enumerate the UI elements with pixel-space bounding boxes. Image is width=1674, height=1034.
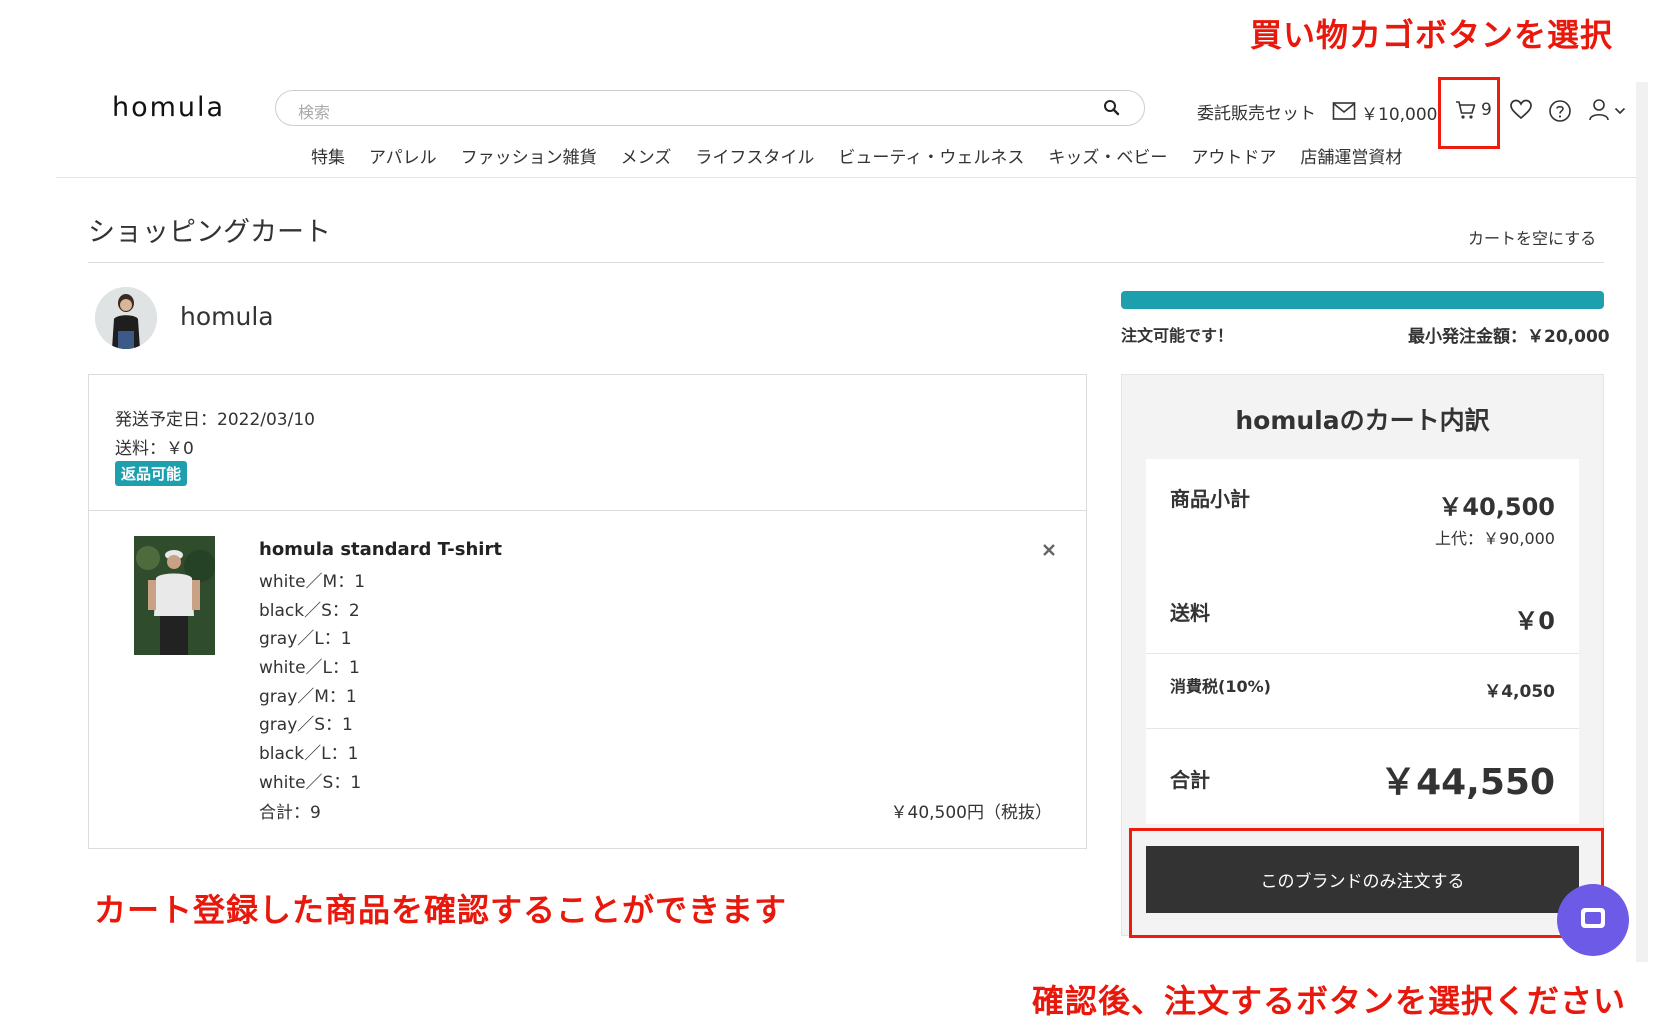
brand-name[interactable]: homula xyxy=(180,302,274,331)
order-progress-bar xyxy=(1121,291,1604,309)
tax-label: 消費税(10%) xyxy=(1170,677,1271,696)
summary-divider xyxy=(1146,728,1579,729)
search-icon[interactable] xyxy=(1102,98,1122,118)
brand-avatar[interactable] xyxy=(95,287,157,349)
site-logo[interactable]: homula xyxy=(112,92,225,123)
help-icon[interactable] xyxy=(1548,99,1572,123)
product-name[interactable]: homula standard T-shirt xyxy=(259,539,502,560)
variant-item: gray／L：1 xyxy=(259,629,352,650)
cart-item-card: 発送予定日：2022/03/10 送料：￥0 返品可能 homula stand… xyxy=(88,374,1087,849)
chat-widget-button[interactable] xyxy=(1557,884,1629,956)
subtotal-value: ￥40,500 xyxy=(1438,493,1555,521)
search-placeholder: 検索 xyxy=(298,103,331,122)
total-label: 合計 xyxy=(1170,768,1210,792)
product-image[interactable] xyxy=(134,536,215,655)
cart-highlight-box xyxy=(1438,77,1500,149)
variant-item: black／S：2 xyxy=(259,600,360,621)
variant-item: white／L：1 xyxy=(259,658,360,679)
shipping-date: 発送予定日：2022/03/10 xyxy=(115,410,315,430)
variant-list: white／M：1 black／S：2 gray／L：1 white／L：1 gray／… xyxy=(259,568,365,798)
summary-title: homulaのカート内訳 xyxy=(1235,406,1490,435)
close-icon[interactable] xyxy=(1042,543,1056,557)
page-edge xyxy=(1636,82,1648,962)
variant-item: gray／S：1 xyxy=(259,715,353,736)
chevron-down-icon[interactable] xyxy=(1614,106,1626,116)
header-divider xyxy=(56,177,1636,178)
chat-icon xyxy=(1581,908,1605,928)
order-button-highlight-box xyxy=(1129,828,1604,938)
total-quantity: 合計：9 xyxy=(259,803,321,823)
tax-value: ￥4,050 xyxy=(1484,682,1555,702)
empty-cart-link[interactable]: カートを空にする xyxy=(1468,225,1596,249)
nav-item[interactable]: メンズ xyxy=(621,143,672,168)
shipping-value: ￥0 xyxy=(1514,607,1555,635)
consign-link[interactable]: 委託販売セット xyxy=(1197,99,1316,124)
order-progress-fill xyxy=(1121,291,1604,309)
annotation-middle: カート登録した商品を確認することができます xyxy=(94,891,788,929)
return-badge: 返品可能 xyxy=(115,461,188,486)
subtotal-label: 商品小計 xyxy=(1170,487,1250,511)
nav-item[interactable]: ファッション雑貨 xyxy=(461,143,597,168)
nav-item[interactable]: 特集 xyxy=(311,143,345,168)
card-divider xyxy=(89,510,1086,511)
shipping-label: 送料 xyxy=(1170,601,1210,625)
summary-breakdown: 商品小計 ￥40,500 上代：￥90,000 送料 ￥0 消費税(10%) ￥… xyxy=(1146,459,1579,824)
variant-item: gray／M：1 xyxy=(259,686,357,707)
user-icon[interactable] xyxy=(1588,98,1610,122)
page-title: ショッピングカート xyxy=(88,217,331,248)
search-input[interactable]: 検索 xyxy=(275,90,1145,126)
total-value: ￥44,550 xyxy=(1380,762,1555,803)
minimum-order-amount: 最小発注金額：￥20,000 xyxy=(1408,327,1610,347)
balance-amount[interactable]: ￥10,000 xyxy=(1361,100,1437,125)
shipping-fee: 送料：￥0 xyxy=(115,439,194,459)
annotation-bottom: 確認後、注文するボタンを選択ください xyxy=(1032,982,1627,1020)
line-price: ￥40,500円（税抜） xyxy=(890,803,1052,823)
nav-item[interactable]: 店舗運営資材 xyxy=(1300,143,1402,168)
heart-icon[interactable] xyxy=(1510,99,1532,121)
orderable-status: 注文可能です！ xyxy=(1121,326,1234,345)
title-divider xyxy=(88,262,1604,263)
variant-item: white／S：1 xyxy=(259,772,362,793)
variant-item: white／M：1 xyxy=(259,572,366,592)
nav-item[interactable]: ライフスタイル xyxy=(695,143,814,168)
mail-icon[interactable] xyxy=(1332,101,1356,121)
variant-item: black／L：1 xyxy=(259,744,359,765)
nav-item[interactable]: ビューティ・ウェルネス xyxy=(838,143,1024,168)
nav-item[interactable]: キッズ・ベビー xyxy=(1048,143,1167,168)
nav-item[interactable]: アウトドア xyxy=(1191,143,1276,168)
category-nav: 特集 アパレル ファッション雑貨 メンズ ライフスタイル ビューティ・ウェルネス キッズ・ベ… xyxy=(311,143,1402,168)
summary-divider xyxy=(1146,653,1579,654)
annotation-top: 買い物カゴボタンを選択 xyxy=(1250,16,1614,54)
retail-price: 上代：￥90,000 xyxy=(1435,529,1555,548)
nav-item[interactable]: アパレル xyxy=(369,143,437,168)
